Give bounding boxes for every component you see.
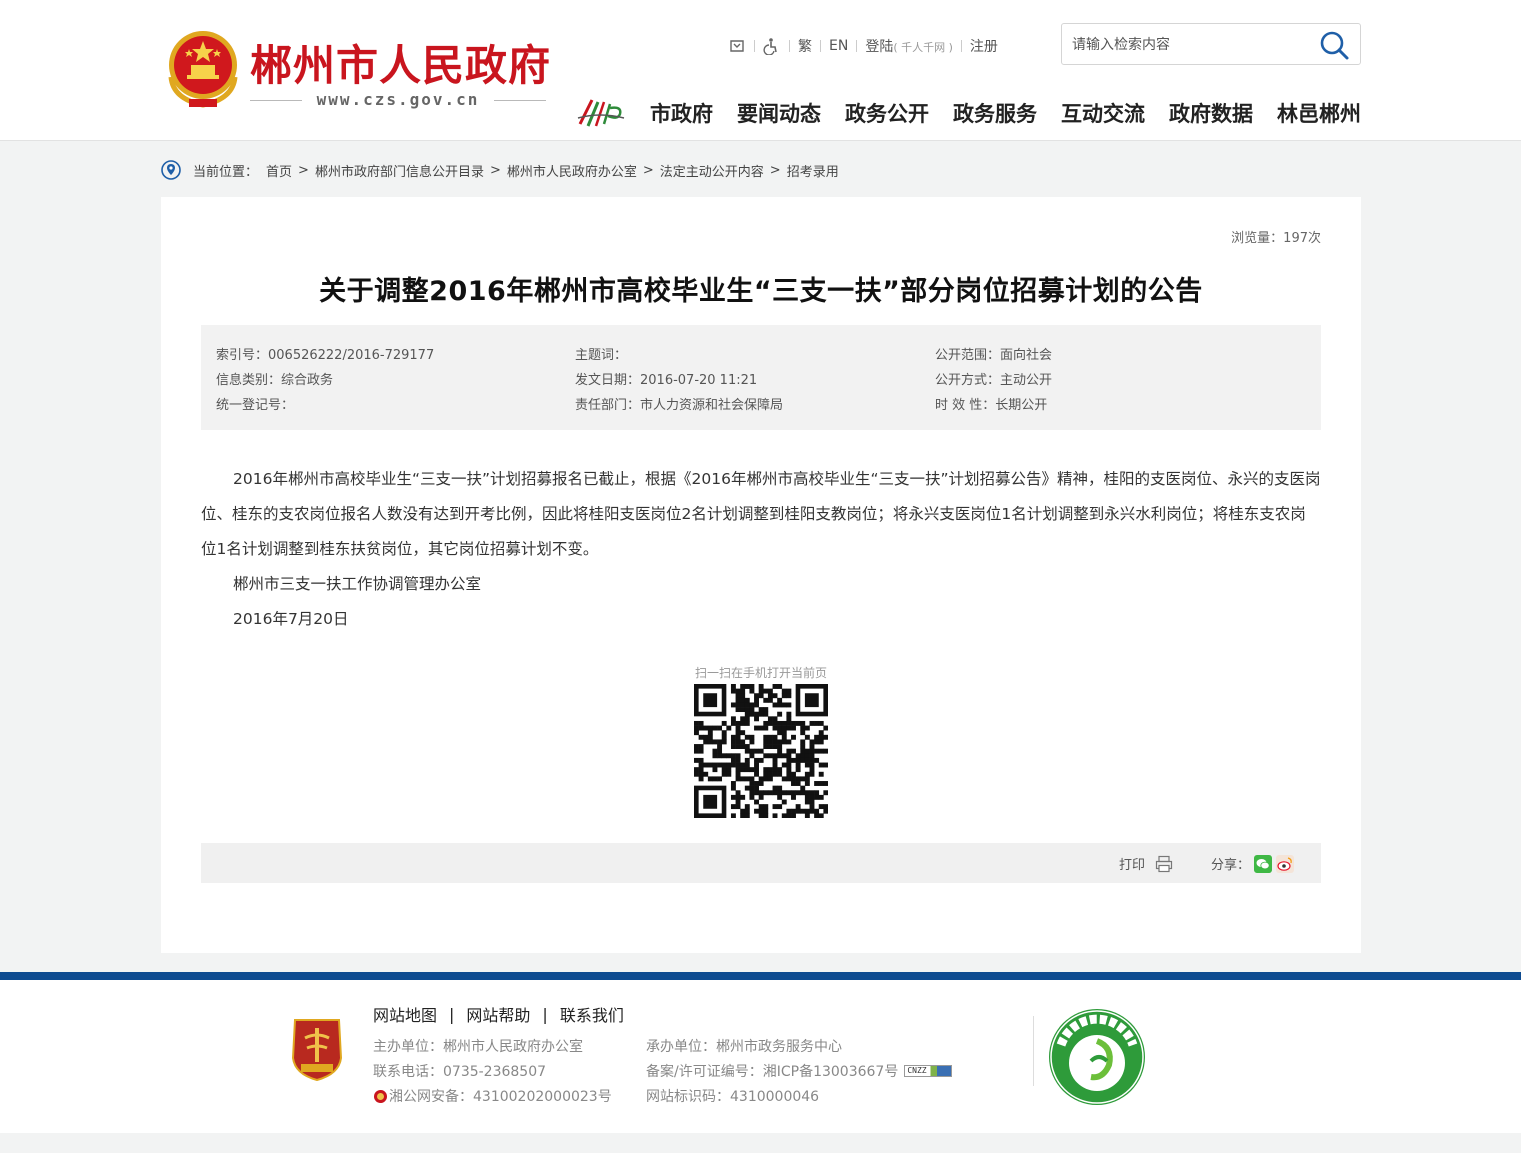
site-url-row: www.czs.gov.cn — [250, 90, 546, 110]
meta-reg-no: 统一登记号： — [216, 398, 295, 413]
site-title[interactable]: 郴州市人民政府 — [250, 32, 551, 93]
breadcrumb-directory[interactable]: 郴州市政府部门信息公开目录 — [315, 161, 484, 180]
print-button[interactable]: 打印 — [1119, 854, 1173, 873]
nav-item-linyi-chenzhou[interactable]: 林邑郴州 — [1277, 98, 1361, 128]
divider — [1033, 1016, 1034, 1086]
footer-police-record[interactable]: 湘公网安备：43100202000023号 — [373, 1086, 612, 1106]
footer-icp-text: 备案/许可证编号：湘ICP备13003667号 — [646, 1064, 899, 1080]
footer-site-id: 网站标识码：4310000046 — [646, 1089, 820, 1105]
register-link[interactable]: 注册 — [964, 36, 1004, 56]
search-icon[interactable] — [1318, 29, 1350, 61]
meta-method: 公开方式：主动公开 — [935, 373, 1053, 388]
search-box — [1061, 23, 1361, 65]
divider — [789, 40, 790, 52]
party-government-badge-icon[interactable] — [289, 1018, 345, 1082]
article-body: 2016年郴州市高校毕业生“三支一扶”计划招募报名已截止，根据《2016年郴州市… — [201, 462, 1321, 637]
article-title: 关于调整2016年郴州市高校毕业生“三支一扶”部分岗位招募计划的公告 — [319, 276, 1203, 307]
share-bar: 打印 分享： — [201, 843, 1321, 883]
qr-code — [694, 684, 828, 818]
login-note: ( 千人千网 ) — [893, 41, 953, 54]
linyi-logo-icon — [577, 99, 625, 127]
help-link[interactable]: 网站帮助 — [466, 1002, 530, 1026]
nav-item-government-data[interactable]: 政府数据 — [1169, 98, 1253, 128]
divider — [754, 40, 755, 52]
breadcrumb-separator: > — [642, 162, 654, 178]
wechat-icon[interactable] — [1254, 854, 1273, 873]
civilization-site-badge-icon[interactable] — [1047, 1007, 1147, 1107]
site-header: 郴州市人民政府 www.czs.gov.cn 繁 EN 登陆( 千人千网 ) 注… — [0, 0, 1521, 141]
accessibility-reader-icon[interactable] — [722, 37, 752, 55]
divider: | — [449, 1004, 455, 1024]
breadcrumb-home[interactable]: 首页 — [266, 161, 292, 180]
divider — [494, 100, 546, 101]
printer-icon — [1155, 855, 1173, 872]
login-link[interactable]: 登陆( 千人千网 ) — [859, 36, 959, 56]
traditional-chinese-link[interactable]: 繁 — [792, 36, 818, 56]
footer-sponsor: 主办单位：郴州市人民政府办公室 — [373, 1039, 583, 1055]
divider — [960, 40, 962, 52]
site-footer: 网站地图 | 网站帮助 | 联系我们 主办单位：郴州市人民政府办公室 联系电话：… — [0, 980, 1521, 1133]
article-meta-table: 索引号：006526222/2016-729177 主题词： 公开范围：面向社会… — [201, 325, 1321, 430]
footer-police-text: 湘公网安备：43100202000023号 — [389, 1089, 612, 1105]
meta-dept: 责任部门：市人力资源和社会保障局 — [575, 398, 784, 413]
breadcrumb-separator: > — [298, 162, 309, 178]
breadcrumb-label: 当前位置： — [193, 164, 259, 180]
cnzz-stats-badge[interactable]: CNZZ — [904, 1065, 953, 1077]
main-nav: 市政府 要闻动态 政务公开 政务服务 互动交流 政府数据 林邑郴州 — [650, 98, 1361, 128]
nav-item-city-government[interactable]: 市政府 — [650, 98, 713, 128]
location-pin-icon — [161, 160, 181, 180]
wheelchair-icon[interactable] — [757, 37, 787, 55]
breadcrumb-recruitment[interactable]: 招考录用 — [787, 161, 839, 180]
divider — [250, 100, 302, 101]
login-label: 登陆 — [865, 39, 894, 55]
breadcrumb-separator: > — [489, 162, 501, 178]
footer-icp[interactable]: 备案/许可证编号：湘ICP备13003667号 CNZZ — [646, 1061, 953, 1081]
national-emblem-icon[interactable] — [163, 27, 243, 109]
footer-operator: 承办单位：郴州市政务服务中心 — [646, 1039, 842, 1055]
nav-item-interaction[interactable]: 互动交流 — [1061, 98, 1145, 128]
footer-links: 网站地图 | 网站帮助 | 联系我们 — [373, 1002, 624, 1026]
contact-link[interactable]: 联系我们 — [560, 1002, 624, 1026]
divider — [856, 40, 858, 52]
divider: | — [542, 1004, 548, 1024]
share-group: 分享： — [1211, 854, 1295, 873]
article-signature: 郴州市三支一扶工作协调管理办公室 — [233, 575, 482, 593]
nav-item-government-affairs[interactable]: 政务公开 — [845, 98, 929, 128]
site-url: www.czs.gov.cn — [316, 90, 480, 109]
weibo-icon[interactable] — [1276, 854, 1295, 873]
divider — [820, 40, 821, 52]
meta-scope: 公开范围：面向社会 — [935, 348, 1053, 363]
view-count: 浏览量：197次 — [1231, 231, 1321, 246]
share-label: 分享： — [1211, 858, 1251, 873]
meta-category: 信息类别：综合政务 — [216, 373, 334, 388]
english-link[interactable]: EN — [823, 38, 854, 54]
footer-phone: 联系电话：0735-2368507 — [373, 1064, 547, 1080]
nav-item-news[interactable]: 要闻动态 — [737, 98, 821, 128]
article-card: 浏览量：197次 关于调整2016年郴州市高校毕业生“三支一扶”部分岗位招募计划… — [161, 197, 1361, 953]
print-label: 打印 — [1119, 858, 1146, 873]
breadcrumb-office[interactable]: 郴州市人民政府办公室 — [507, 161, 637, 180]
article-paragraph: 2016年郴州市高校毕业生“三支一扶”计划招募报名已截止，根据《2016年郴州市… — [201, 470, 1321, 558]
nav-item-government-services[interactable]: 政务服务 — [953, 98, 1037, 128]
breadcrumb-statutory[interactable]: 法定主动公开内容 — [660, 161, 764, 180]
qr-label: 扫一扫在手机打开当前页 — [694, 666, 827, 680]
breadcrumb: 当前位置： 首页 > 郴州市政府部门信息公开目录 > 郴州市人民政府办公室 > … — [161, 158, 839, 182]
meta-index-no: 索引号：006526222/2016-729177 — [216, 348, 435, 363]
article-sign-date: 2016年7月20日 — [233, 610, 349, 628]
police-badge-icon — [374, 1089, 387, 1103]
meta-subject: 主题词： — [575, 348, 628, 363]
footer-accent-bar — [0, 972, 1521, 980]
search-input[interactable] — [1072, 34, 1312, 56]
breadcrumb-separator: > — [769, 162, 781, 178]
meta-date: 发文日期：2016-07-20 11:21 — [575, 373, 758, 388]
top-links: 繁 EN 登陆( 千人千网 ) 注册 — [722, 36, 1004, 56]
meta-validity: 时 效 性：长期公开 — [935, 398, 1048, 413]
sitemap-link[interactable]: 网站地图 — [373, 1002, 437, 1026]
